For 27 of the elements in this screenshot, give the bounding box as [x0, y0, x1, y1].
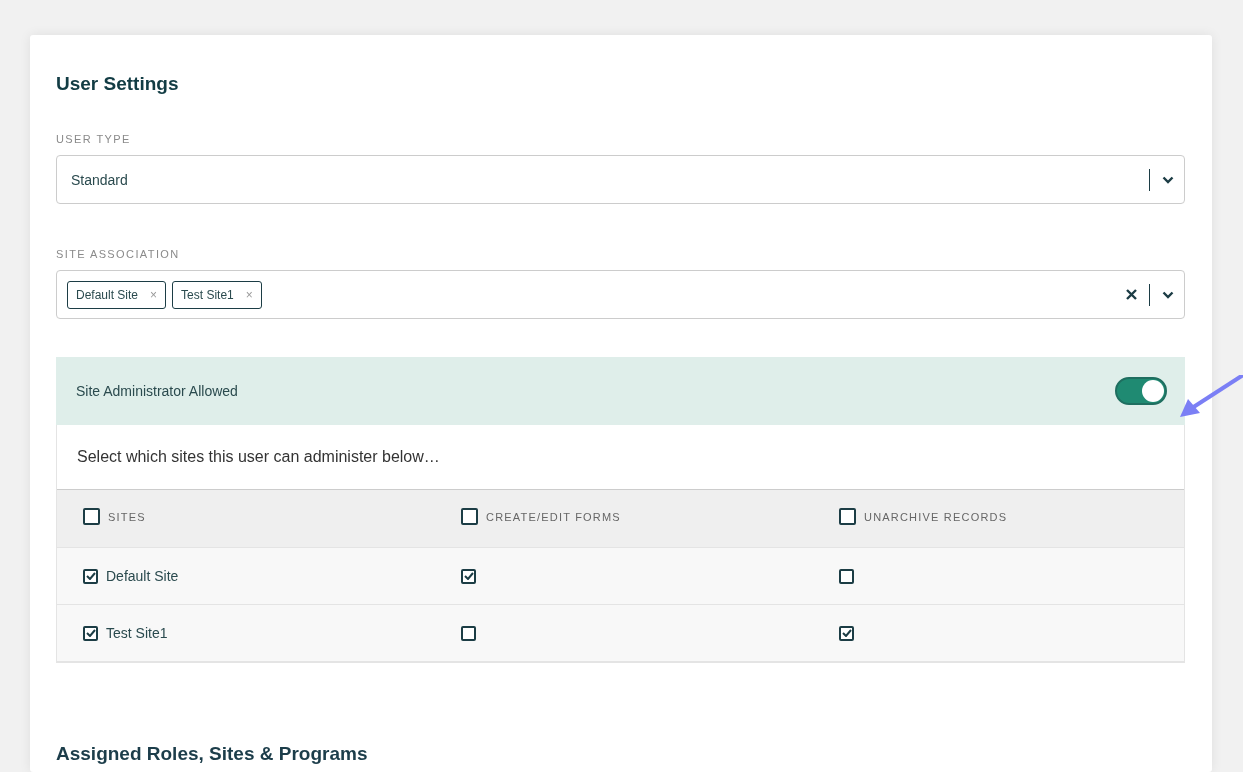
- site-name: Test Site1: [106, 625, 168, 641]
- checkbox[interactable]: [83, 568, 98, 584]
- section-title: User Settings: [56, 73, 180, 95]
- checkbox[interactable]: [839, 568, 854, 584]
- checkbox[interactable]: [461, 568, 476, 584]
- field-label: SITE ASSOCIATION: [56, 248, 181, 260]
- column-header: CREATE/EDIT FORMS: [486, 510, 621, 523]
- select-all-checkbox[interactable]: [839, 508, 856, 525]
- chevron-down-icon[interactable]: [1162, 175, 1174, 184]
- tag-label: Test Site1: [181, 287, 234, 302]
- select-all-checkbox[interactable]: [461, 508, 478, 525]
- clear-icon[interactable]: [1126, 289, 1137, 300]
- checkbox[interactable]: [839, 625, 854, 641]
- column-header: SITES: [108, 510, 146, 523]
- chevron-down-icon[interactable]: [1162, 290, 1174, 299]
- user-type-select[interactable]: Standard: [56, 155, 1185, 204]
- site-association-select[interactable]: Default Site × Test Site1 ×: [56, 270, 1185, 319]
- toggle-switch[interactable]: [1115, 377, 1167, 405]
- checkbox[interactable]: [461, 625, 476, 641]
- section-title: Assigned Roles, Sites & Programs: [56, 743, 369, 765]
- tag-label: Default Site: [76, 287, 139, 302]
- checkbox[interactable]: [83, 625, 98, 641]
- site-name: Default Site: [106, 568, 179, 584]
- column-header: UNARCHIVE RECORDS: [864, 510, 1008, 523]
- select-all-checkbox[interactable]: [83, 508, 100, 525]
- field-label: USER TYPE: [56, 133, 132, 145]
- admin-label: Site Administrator Allowed: [76, 383, 238, 399]
